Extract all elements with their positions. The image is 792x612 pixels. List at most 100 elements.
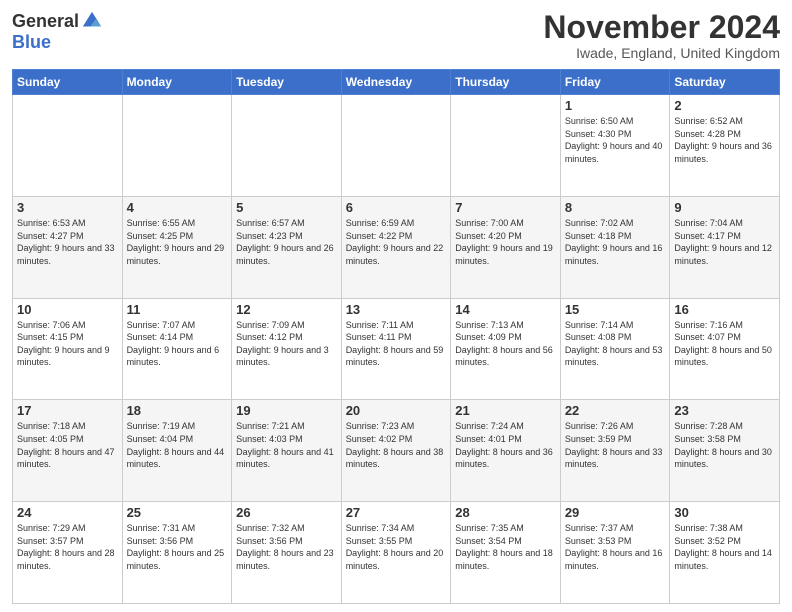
- day-info: Sunrise: 7:37 AM Sunset: 3:53 PM Dayligh…: [565, 522, 666, 572]
- calendar-cell: 15Sunrise: 7:14 AM Sunset: 4:08 PM Dayli…: [560, 298, 670, 400]
- calendar-cell: 20 Sunrise: 7:23 AM Sunset: 4:02 PM Dayli…: [341, 400, 451, 502]
- day-number: 11: [127, 302, 228, 317]
- day-number: 9: [674, 200, 775, 215]
- calendar-cell: 14 Sunrise: 7:13 AM Sunset: 4:09 PM Dayli…: [451, 298, 561, 400]
- calendar-cell: 5 Sunrise: 6:57 AM Sunset: 4:23 PM Daylig…: [232, 196, 342, 298]
- calendar-cell: 19 Sunrise: 7:21 AM Sunset: 4:03 PM Dayli…: [232, 400, 342, 502]
- day-number: 20: [346, 403, 447, 418]
- day-info: Sunrise: 6:52 AM Sunset: 4:28 PM Dayligh…: [674, 115, 775, 165]
- day-number: 7: [455, 200, 556, 215]
- calendar-cell: 29 Sunrise: 7:37 AM Sunset: 3:53 PM Dayli…: [560, 502, 670, 604]
- day-number: 14: [455, 302, 556, 317]
- calendar-week-row: 10 Sunrise: 7:06 AM Sunset: 4:15 PM Dayli…: [13, 298, 780, 400]
- weekday-header: Tuesday: [232, 70, 342, 95]
- day-number: 19: [236, 403, 337, 418]
- logo-icon: [81, 10, 103, 32]
- page: General Blue November 2024 Iwade, Englan…: [0, 0, 792, 612]
- calendar-cell: [232, 95, 342, 197]
- day-info: Sunrise: 7:18 AM Sunset: 4:05 PM Dayligh…: [17, 420, 118, 470]
- day-number: 25: [127, 505, 228, 520]
- day-info: Sunrise: 7:26 AM Sunset: 3:59 PM Dayligh…: [565, 420, 666, 470]
- calendar-cell: 16Sunrise: 7:16 AM Sunset: 4:07 PM Dayli…: [670, 298, 780, 400]
- day-info: Sunrise: 7:04 AM Sunset: 4:17 PM Dayligh…: [674, 217, 775, 267]
- calendar-cell: [13, 95, 123, 197]
- calendar-cell: 7 Sunrise: 7:00 AM Sunset: 4:20 PM Daylig…: [451, 196, 561, 298]
- calendar-cell: 11Sunrise: 7:07 AM Sunset: 4:14 PM Dayli…: [122, 298, 232, 400]
- day-number: 3: [17, 200, 118, 215]
- weekday-header: Saturday: [670, 70, 780, 95]
- calendar-table: SundayMondayTuesdayWednesdayThursdayFrid…: [12, 69, 780, 604]
- month-title: November 2024: [543, 10, 780, 45]
- weekday-header: Sunday: [13, 70, 123, 95]
- calendar-cell: 12Sunrise: 7:09 AM Sunset: 4:12 PM Dayli…: [232, 298, 342, 400]
- day-info: Sunrise: 7:19 AM Sunset: 4:04 PM Dayligh…: [127, 420, 228, 470]
- calendar-cell: 2Sunrise: 6:52 AM Sunset: 4:28 PM Daylig…: [670, 95, 780, 197]
- day-number: 6: [346, 200, 447, 215]
- logo-general-text: General: [12, 11, 79, 32]
- day-number: 27: [346, 505, 447, 520]
- day-info: Sunrise: 6:57 AM Sunset: 4:23 PM Dayligh…: [236, 217, 337, 267]
- day-number: 10: [17, 302, 118, 317]
- calendar-cell: 17 Sunrise: 7:18 AM Sunset: 4:05 PM Dayli…: [13, 400, 123, 502]
- calendar-week-row: 1 Sunrise: 6:50 AM Sunset: 4:30 PM Daylig…: [13, 95, 780, 197]
- day-info: Sunrise: 7:21 AM Sunset: 4:03 PM Dayligh…: [236, 420, 337, 470]
- day-info: Sunrise: 7:24 AM Sunset: 4:01 PM Dayligh…: [455, 420, 556, 470]
- day-number: 13: [346, 302, 447, 317]
- day-info: Sunrise: 7:23 AM Sunset: 4:02 PM Dayligh…: [346, 420, 447, 470]
- calendar-cell: 27 Sunrise: 7:34 AM Sunset: 3:55 PM Dayli…: [341, 502, 451, 604]
- day-info: Sunrise: 7:16 AM Sunset: 4:07 PM Dayligh…: [674, 319, 775, 369]
- day-info: Sunrise: 7:13 AM Sunset: 4:09 PM Dayligh…: [455, 319, 556, 369]
- day-number: 1: [565, 98, 666, 113]
- day-number: 29: [565, 505, 666, 520]
- calendar-cell: 3 Sunrise: 6:53 AM Sunset: 4:27 PM Daylig…: [13, 196, 123, 298]
- day-number: 26: [236, 505, 337, 520]
- calendar-cell: 18 Sunrise: 7:19 AM Sunset: 4:04 PM Dayli…: [122, 400, 232, 502]
- day-number: 30: [674, 505, 775, 520]
- weekday-header: Monday: [122, 70, 232, 95]
- day-number: 5: [236, 200, 337, 215]
- calendar-week-row: 3 Sunrise: 6:53 AM Sunset: 4:27 PM Daylig…: [13, 196, 780, 298]
- day-number: 24: [17, 505, 118, 520]
- day-number: 17: [17, 403, 118, 418]
- day-info: Sunrise: 7:35 AM Sunset: 3:54 PM Dayligh…: [455, 522, 556, 572]
- calendar-cell: 30 Sunrise: 7:38 AM Sunset: 3:52 PM Dayli…: [670, 502, 780, 604]
- day-info: Sunrise: 6:53 AM Sunset: 4:27 PM Dayligh…: [17, 217, 118, 267]
- calendar-cell: 13 Sunrise: 7:11 AM Sunset: 4:11 PM Dayli…: [341, 298, 451, 400]
- calendar-cell: 26Sunrise: 7:32 AM Sunset: 3:56 PM Dayli…: [232, 502, 342, 604]
- day-info: Sunrise: 7:02 AM Sunset: 4:18 PM Dayligh…: [565, 217, 666, 267]
- day-info: Sunrise: 6:50 AM Sunset: 4:30 PM Dayligh…: [565, 115, 666, 165]
- calendar-week-row: 24Sunrise: 7:29 AM Sunset: 3:57 PM Dayli…: [13, 502, 780, 604]
- calendar-cell: [341, 95, 451, 197]
- calendar-cell: 24Sunrise: 7:29 AM Sunset: 3:57 PM Dayli…: [13, 502, 123, 604]
- day-number: 4: [127, 200, 228, 215]
- weekday-header: Friday: [560, 70, 670, 95]
- day-info: Sunrise: 7:28 AM Sunset: 3:58 PM Dayligh…: [674, 420, 775, 470]
- calendar-cell: 8Sunrise: 7:02 AM Sunset: 4:18 PM Daylig…: [560, 196, 670, 298]
- location: Iwade, England, United Kingdom: [543, 45, 780, 61]
- weekday-header: Wednesday: [341, 70, 451, 95]
- calendar-week-row: 17 Sunrise: 7:18 AM Sunset: 4:05 PM Dayli…: [13, 400, 780, 502]
- calendar-cell: 1 Sunrise: 6:50 AM Sunset: 4:30 PM Daylig…: [560, 95, 670, 197]
- day-info: Sunrise: 7:38 AM Sunset: 3:52 PM Dayligh…: [674, 522, 775, 572]
- logo: General Blue: [12, 10, 103, 53]
- day-info: Sunrise: 7:00 AM Sunset: 4:20 PM Dayligh…: [455, 217, 556, 267]
- calendar-cell: 23Sunrise: 7:28 AM Sunset: 3:58 PM Dayli…: [670, 400, 780, 502]
- calendar-cell: [451, 95, 561, 197]
- day-info: Sunrise: 7:11 AM Sunset: 4:11 PM Dayligh…: [346, 319, 447, 369]
- day-number: 22: [565, 403, 666, 418]
- calendar-cell: [122, 95, 232, 197]
- day-info: Sunrise: 7:34 AM Sunset: 3:55 PM Dayligh…: [346, 522, 447, 572]
- calendar-cell: 9 Sunrise: 7:04 AM Sunset: 4:17 PM Daylig…: [670, 196, 780, 298]
- day-number: 18: [127, 403, 228, 418]
- day-number: 28: [455, 505, 556, 520]
- calendar-cell: 4 Sunrise: 6:55 AM Sunset: 4:25 PM Daylig…: [122, 196, 232, 298]
- calendar-cell: 22 Sunrise: 7:26 AM Sunset: 3:59 PM Dayli…: [560, 400, 670, 502]
- weekday-header: Thursday: [451, 70, 561, 95]
- logo-blue-text: Blue: [12, 32, 51, 53]
- day-info: Sunrise: 7:14 AM Sunset: 4:08 PM Dayligh…: [565, 319, 666, 369]
- calendar-cell: 10 Sunrise: 7:06 AM Sunset: 4:15 PM Dayli…: [13, 298, 123, 400]
- day-info: Sunrise: 6:55 AM Sunset: 4:25 PM Dayligh…: [127, 217, 228, 267]
- day-info: Sunrise: 7:09 AM Sunset: 4:12 PM Dayligh…: [236, 319, 337, 369]
- calendar-cell: 25Sunrise: 7:31 AM Sunset: 3:56 PM Dayli…: [122, 502, 232, 604]
- day-info: Sunrise: 7:06 AM Sunset: 4:15 PM Dayligh…: [17, 319, 118, 369]
